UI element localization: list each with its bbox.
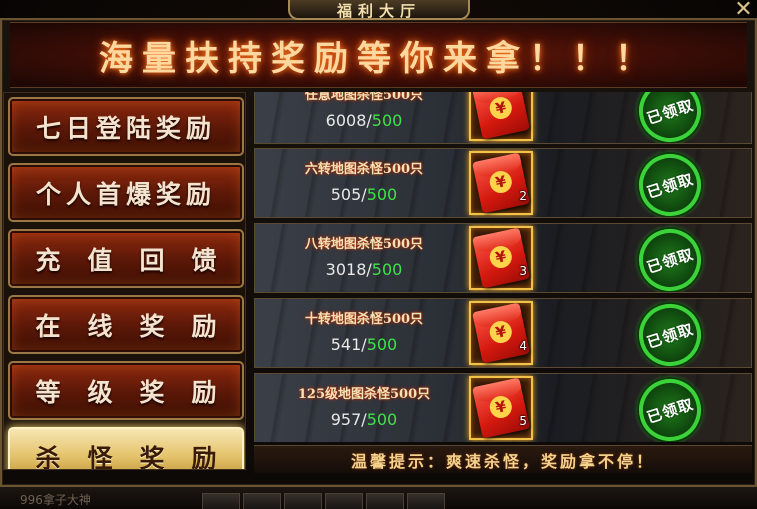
task-progress: 6008/500 bbox=[261, 111, 467, 130]
menu-item-level-reward[interactable]: 等 级 奖 励 bbox=[8, 361, 244, 420]
menu-item-label: 七日登陆奖励 bbox=[35, 113, 216, 143]
reward-slot[interactable]: ¥ 4 bbox=[469, 301, 533, 365]
red-envelope-icon: ¥ bbox=[472, 302, 530, 364]
reward-count: 3 bbox=[519, 264, 527, 278]
claim-status: 已领取 bbox=[644, 244, 696, 277]
menu-item-first-drop[interactable]: 个人首爆奖励 bbox=[8, 163, 244, 222]
progress-current: 3018 bbox=[325, 260, 367, 279]
tip-text: 温馨提示：爽速杀怪，奖励拿不停！ bbox=[350, 451, 655, 471]
progress-current: 957 bbox=[330, 410, 362, 429]
menu-char: 怪 bbox=[87, 443, 113, 470]
reward-count: 2 bbox=[519, 189, 527, 203]
window-title: 福利大厅 bbox=[336, 1, 421, 20]
welfare-hall-screen: 福利大厅 ✕ 海量扶持奖励等你来拿！！！ 七日登陆奖励 个人首爆奖励 充 值 回… bbox=[0, 0, 757, 509]
menu-char: 级 bbox=[87, 377, 113, 407]
progress-goal: 500 bbox=[366, 185, 398, 204]
menu-char: 馈 bbox=[191, 245, 217, 275]
red-envelope-icon: ¥ bbox=[472, 152, 530, 214]
menu-char: 励 bbox=[191, 377, 217, 407]
reward-slot[interactable]: ¥ 5 bbox=[469, 376, 533, 440]
skill-slot[interactable] bbox=[366, 493, 404, 509]
reward-slot[interactable]: ¥ 2 bbox=[469, 151, 533, 215]
close-x-icon: ✕ bbox=[734, 0, 753, 22]
task-list[interactable]: 任意地图杀怪500只 6008/500 ¥ 已领取 六转地图杀怪500只 505… bbox=[254, 92, 752, 442]
reward-count: 4 bbox=[519, 339, 527, 353]
skill-slot[interactable] bbox=[407, 493, 445, 509]
task-title: 六转地图杀怪500只 bbox=[304, 162, 424, 177]
menu-item-online-reward[interactable]: 在 线 奖 励 bbox=[8, 295, 244, 354]
task-row: 八转地图杀怪500只 3018/500 ¥ 3 已领取 bbox=[254, 223, 752, 293]
yen-icon: ¥ bbox=[487, 393, 514, 421]
progress-goal: 500 bbox=[366, 410, 398, 429]
progress-current: 541 bbox=[330, 335, 362, 354]
progress-current: 505 bbox=[330, 185, 362, 204]
task-title: 十转地图杀怪500只 bbox=[304, 312, 424, 327]
task-progress: 3018/500 bbox=[261, 260, 467, 279]
progress-current: 6008 bbox=[325, 111, 367, 130]
reward-slot[interactable]: ¥ bbox=[469, 92, 533, 141]
side-menu: 七日登陆奖励 个人首爆奖励 充 值 回 馈 在 线 奖 励 等 级 奖 励 杀 … bbox=[3, 92, 246, 470]
skill-slot[interactable] bbox=[284, 493, 322, 509]
menu-char: 回 bbox=[139, 245, 165, 275]
bottom-hud-strip: 996拿子大神 bbox=[0, 487, 757, 509]
menu-char: 在 bbox=[35, 311, 61, 341]
menu-char: 线 bbox=[87, 311, 113, 341]
yen-icon: ¥ bbox=[487, 318, 514, 346]
progress-goal: 500 bbox=[371, 111, 403, 130]
menu-char: 励 bbox=[191, 311, 217, 341]
menu-item-7day-login[interactable]: 七日登陆奖励 bbox=[8, 97, 244, 156]
menu-item-label: 个人首爆奖励 bbox=[35, 179, 216, 209]
menu-item-kill-reward[interactable]: 杀 怪 奖 励 bbox=[8, 427, 244, 470]
yen-icon: ¥ bbox=[487, 243, 514, 271]
reward-count: 5 bbox=[519, 414, 527, 428]
menu-char: 杀 bbox=[35, 443, 61, 470]
task-title: 八转地图杀怪500只 bbox=[304, 237, 424, 252]
task-row: 六转地图杀怪500只 505/500 ¥ 2 已领取 bbox=[254, 148, 752, 218]
menu-char: 等 bbox=[35, 377, 61, 407]
skill-slot[interactable] bbox=[202, 493, 240, 509]
skill-slot[interactable] bbox=[243, 493, 281, 509]
task-row: 125级地图杀怪500只 957/500 ¥ 5 已领取 bbox=[254, 373, 752, 442]
claim-status: 已领取 bbox=[644, 394, 696, 427]
window-title-plate: 福利大厅 bbox=[288, 0, 470, 20]
red-envelope-icon: ¥ bbox=[472, 92, 530, 140]
progress-goal: 500 bbox=[366, 335, 398, 354]
skill-slot[interactable] bbox=[325, 493, 363, 509]
menu-char: 奖 bbox=[139, 443, 165, 470]
player-name-tag: 996拿子大神 bbox=[20, 493, 91, 507]
reward-slot[interactable]: ¥ 3 bbox=[469, 226, 533, 290]
task-progress: 541/500 bbox=[261, 335, 467, 354]
menu-char: 值 bbox=[87, 245, 113, 275]
menu-char: 奖 bbox=[139, 377, 165, 407]
claim-status: 已领取 bbox=[644, 169, 696, 202]
close-button[interactable]: ✕ bbox=[730, 0, 757, 22]
tip-bar: 温馨提示：爽速杀怪，奖励拿不停！ bbox=[254, 445, 752, 473]
menu-char: 充 bbox=[35, 245, 61, 275]
task-title: 125级地图杀怪500只 bbox=[297, 387, 431, 402]
promo-banner: 海量扶持奖励等你来拿！！！ bbox=[10, 22, 747, 88]
progress-goal: 500 bbox=[371, 260, 403, 279]
task-progress: 505/500 bbox=[261, 185, 467, 204]
yen-icon: ¥ bbox=[487, 168, 514, 196]
task-row: 十转地图杀怪500只 541/500 ¥ 4 已领取 bbox=[254, 298, 752, 368]
red-envelope-icon: ¥ bbox=[472, 227, 530, 289]
menu-item-recharge-rebate[interactable]: 充 值 回 馈 bbox=[8, 229, 244, 288]
claim-status: 已领取 bbox=[644, 95, 696, 128]
claim-status: 已领取 bbox=[644, 319, 696, 352]
task-progress: 957/500 bbox=[261, 410, 467, 429]
task-row: 任意地图杀怪500只 6008/500 ¥ 已领取 bbox=[254, 92, 752, 144]
banner-text: 海量扶持奖励等你来拿！！！ bbox=[99, 38, 658, 79]
yen-icon: ¥ bbox=[487, 94, 514, 122]
menu-char: 励 bbox=[191, 443, 217, 470]
menu-char: 奖 bbox=[139, 311, 165, 341]
red-envelope-icon: ¥ bbox=[472, 377, 530, 439]
task-title: 任意地图杀怪500只 bbox=[304, 92, 424, 103]
